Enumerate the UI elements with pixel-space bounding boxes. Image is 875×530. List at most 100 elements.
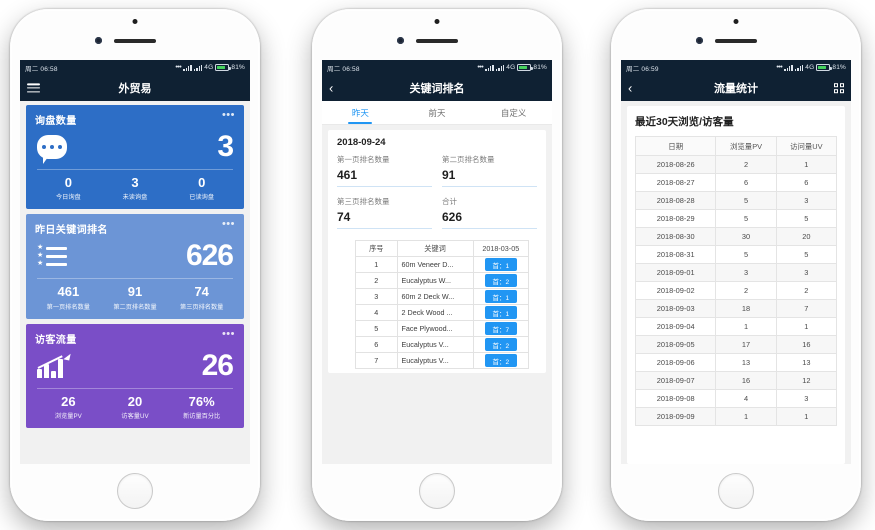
stat-item: 26 浏览量PV	[35, 394, 102, 420]
cell-date: 2018-09-05	[634, 335, 717, 354]
status-bar-indicators: ••• 4G 81%	[776, 64, 846, 71]
battery-icon	[816, 64, 832, 71]
network-type-label: 4G	[805, 64, 815, 71]
table-row[interactable]: 2018-08-31 5 5	[634, 245, 838, 264]
phone-2-screen: 周二 06:58 ••• 4G 81% ‹ 关键词排名 昨天 前天 自定义 20…	[322, 60, 552, 464]
speech-bubble-icon	[37, 135, 67, 164]
table-row[interactable]: 2018-09-03 18 7	[634, 299, 838, 318]
table-row[interactable]: 2018-09-07 16 12	[634, 371, 838, 390]
stat-value: 74	[194, 284, 209, 300]
field-label: 第一页排名数量	[337, 155, 390, 164]
cell-pv: 3	[715, 263, 777, 282]
home-button[interactable]	[117, 473, 153, 509]
stat-item: 76% 新访量百分比	[168, 394, 235, 420]
cell-keyword: Eucalyptus V...	[396, 352, 474, 369]
table-row[interactable]: 2018-09-02 2 2	[634, 281, 838, 300]
cell-keyword: Eucalyptus W...	[396, 272, 474, 289]
page-title: 外贸易	[118, 83, 152, 95]
stat-label: 新访量百分比	[183, 412, 221, 420]
status-bar-indicators: ••• 4G 81%	[477, 64, 547, 71]
cell-rank: 首：2	[472, 352, 530, 369]
status-bar-time: 周二 06:58	[327, 65, 360, 73]
back-button[interactable]: ‹	[628, 82, 632, 95]
col-uv: 访问量UV	[775, 136, 838, 156]
stat-label: 未读询盘	[122, 194, 148, 202]
table-row[interactable]: 3 60m 2 Deck W... 首：1	[355, 288, 530, 305]
table-row[interactable]: 2 Eucalyptus W... 首：2	[355, 272, 530, 289]
status-bar: 周二 06:58 ••• 4G 81%	[20, 60, 250, 75]
proximity-sensor-icon	[132, 19, 138, 24]
table-row[interactable]: 2018-08-28 5 3	[634, 191, 838, 210]
cell-date: 2018-08-26	[634, 155, 717, 174]
growth-chart-icon	[37, 352, 71, 378]
table-row[interactable]: 2018-08-29 5 5	[634, 209, 838, 228]
cell-pv: 16	[715, 371, 777, 390]
phone-1-navbar: 外贸易	[20, 75, 250, 101]
status-bar: 周二 06:59 ••• 4G 81%	[621, 60, 851, 75]
cell-date: 2018-08-31	[634, 245, 717, 264]
table-row[interactable]: 2018-09-01 3 3	[634, 263, 838, 282]
table-row[interactable]: 2018-09-09 1 1	[634, 407, 838, 426]
stat-value: 0	[64, 175, 72, 190]
status-bar-time: 周二 06:58	[25, 65, 58, 73]
table-row[interactable]: 2018-09-04 1 1	[634, 317, 838, 336]
tab-custom[interactable]: 自定义	[475, 101, 552, 124]
card-more-icon[interactable]: •••	[222, 328, 235, 339]
table-row[interactable]: 1 60m Veneer D... 首：1	[355, 256, 530, 273]
keyword-table-wrap: 序号 关键词 2018-03-05 1 60m Veneer D... 首：1	[337, 240, 537, 369]
table-row[interactable]: 2018-09-08 4 3	[634, 389, 838, 408]
tab-yesterday[interactable]: 昨天	[322, 101, 399, 124]
home-button[interactable]	[419, 473, 455, 509]
grid-view-button[interactable]	[834, 83, 844, 93]
hamburger-icon	[27, 83, 40, 93]
cell-date: 2018-09-03	[634, 299, 717, 318]
table-row[interactable]: 2018-09-06 13 13	[634, 353, 838, 372]
cell-rank: 首：1	[472, 288, 530, 305]
card-keyword-ranking[interactable]: 昨日关键词排名 ••• ★ ★ ★ 626 461 第一页排名数量 91 第二页…	[26, 214, 244, 319]
table-row[interactable]: 2018-09-05 17 16	[634, 335, 838, 354]
table-row[interactable]: 2018-08-30 30 20	[634, 227, 838, 246]
home-button[interactable]	[718, 473, 754, 509]
cell-keyword: Face Plywood...	[396, 320, 474, 337]
card-inquiry-count[interactable]: 询盘数量 ••• 3 0 今日询盘 3 未读询盘 0 已读询盘	[26, 105, 244, 210]
keyword-table-body: 1 60m Veneer D... 首：1 2 Eucalyptus W... …	[355, 256, 530, 369]
stat-item: 91 第二页排名数量	[102, 284, 169, 310]
table-header-row: 序号 关键词 2018-03-05	[355, 240, 530, 257]
status-dots-icon: •••	[477, 64, 484, 71]
table-row[interactable]: 4 2 Deck Wood ... 首：1	[355, 304, 530, 321]
field-label: 第二页排名数量	[442, 155, 495, 164]
front-camera-icon	[95, 37, 102, 44]
tab-day-before[interactable]: 前天	[399, 101, 476, 124]
cell-pv: 6	[715, 173, 777, 192]
cell-rank: 首：2	[472, 336, 530, 353]
card-more-icon[interactable]: •••	[222, 219, 235, 230]
col-date: 2018-03-05	[472, 240, 530, 257]
menu-button[interactable]	[27, 83, 40, 93]
stat-item: 461 第一页排名数量	[35, 284, 102, 310]
signal-bars-icon-1	[784, 64, 793, 71]
card-more-icon[interactable]: •••	[222, 110, 235, 121]
card-main-row: 26	[35, 346, 235, 388]
table-row[interactable]: 7 Eucalyptus V... 首：2	[355, 352, 530, 369]
status-dots-icon: •••	[175, 64, 182, 71]
cell-index: 5	[355, 320, 398, 337]
stat-item: 0 已读询盘	[168, 175, 235, 201]
cell-uv: 2	[775, 281, 838, 300]
cell-date: 2018-09-08	[634, 389, 717, 408]
cell-uv: 3	[775, 263, 838, 282]
card-main-row: 3	[35, 127, 235, 169]
table-row[interactable]: 6 Eucalyptus V... 首：2	[355, 336, 530, 353]
phone-2-content: 昨天 前天 自定义 2018-09-24 第一页排名数量 461 第二页排名数量…	[322, 101, 552, 464]
cell-date: 2018-09-07	[634, 371, 717, 390]
rank-badge: 首：1	[484, 258, 518, 271]
table-row[interactable]: 5 Face Plywood... 首：7	[355, 320, 530, 337]
table-row[interactable]: 2018-08-27 6 6	[634, 173, 838, 192]
back-button[interactable]: ‹	[329, 82, 333, 95]
battery-percent-label: 81%	[533, 64, 547, 71]
front-camera-icon	[696, 37, 703, 44]
rank-badge: 首：2	[484, 354, 518, 367]
table-row[interactable]: 2018-08-26 2 1	[634, 155, 838, 174]
card-visitor-traffic[interactable]: 访客流量 ••• 26 26 浏览量PV 20 访客量UV 76% 新访量百分比	[26, 323, 244, 428]
field-value: 74	[337, 210, 432, 229]
card-header: 访客流量 •••	[35, 328, 235, 346]
